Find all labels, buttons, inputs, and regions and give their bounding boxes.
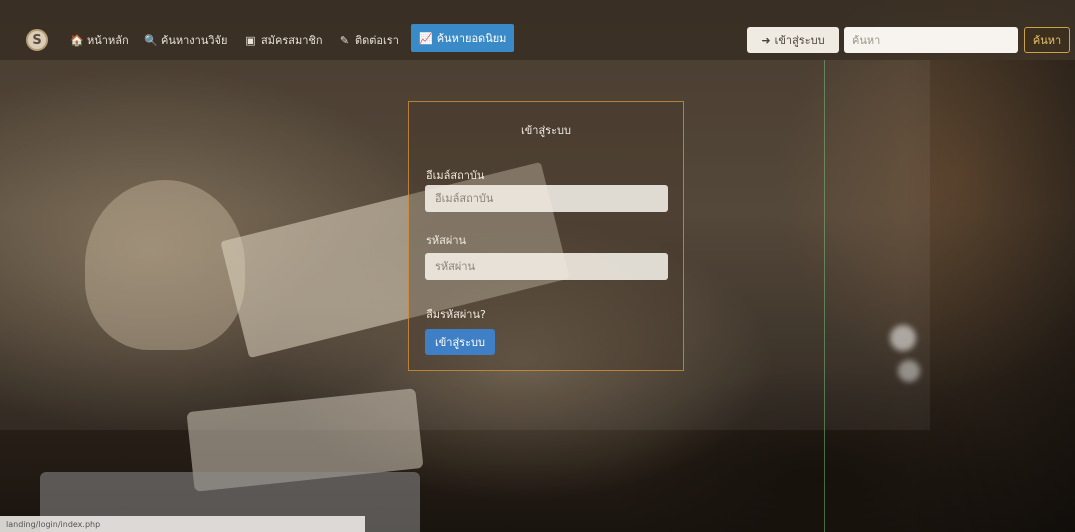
email-label: อีเมล์สถาบัน: [426, 169, 485, 182]
brand-logo[interactable]: S: [26, 29, 48, 51]
top-navbar: S 🏠 หน้าหลัก 🔍 ค้นหางานวิจัย ▣ สมัครสมาช…: [0, 0, 1075, 60]
home-icon: 🏠: [70, 33, 84, 47]
nav-item-label: สมัครสมาชิก: [261, 34, 323, 47]
search-icon: 🔍: [144, 33, 158, 47]
sign-in-icon: ➜: [761, 33, 771, 47]
id-card-icon: ▣: [245, 33, 256, 47]
nav-item-popular[interactable]: 📈 ค้นหายอดนิยม: [411, 24, 515, 52]
shadow-area: [905, 60, 1075, 532]
password-label: รหัสผ่าน: [426, 234, 467, 247]
login-button[interactable]: ➜ เข้าสู่ระบบ: [747, 27, 839, 53]
login-card: เข้าสู่ระบบ อีเมล์สถาบัน รหัสผ่าน ลืมรหั…: [408, 101, 684, 371]
email-field[interactable]: [425, 185, 668, 212]
divider-line: [824, 60, 825, 532]
nav-item-label: ค้นหางานวิจัย: [161, 34, 228, 47]
coffee-cup-shape: [85, 180, 245, 350]
nav-item-label: หน้าหลัก: [87, 34, 129, 47]
nav-item-search-research[interactable]: 🔍 ค้นหางานวิจัย: [144, 31, 227, 49]
login-button-label: เข้าสู่ระบบ: [774, 34, 825, 47]
nav-item-label: ค้นหายอดนิยม: [436, 32, 507, 45]
light-spot: [898, 360, 920, 382]
chart-line-icon: 📈: [419, 31, 433, 45]
nav-item-contact[interactable]: ✎ ติดต่อเรา: [338, 31, 399, 49]
nav-item-home[interactable]: 🏠 หน้าหลัก: [70, 31, 129, 49]
nav-item-label: ติดต่อเรา: [355, 34, 399, 47]
nav-item-register[interactable]: ▣ สมัครสมาชิก: [244, 31, 323, 49]
light-spot: [890, 325, 916, 351]
password-field[interactable]: [425, 253, 668, 280]
status-url-bar: landing/login/index.php: [0, 516, 365, 532]
login-title: เข้าสู่ระบบ: [521, 124, 571, 137]
search-input[interactable]: [844, 27, 1018, 53]
edit-icon: ✎: [339, 33, 350, 47]
submit-button[interactable]: เข้าสู่ระบบ: [425, 329, 495, 355]
search-button[interactable]: ค้นหา: [1024, 27, 1070, 53]
forgot-password-link[interactable]: ลืมรหัสผ่าน?: [426, 305, 486, 323]
